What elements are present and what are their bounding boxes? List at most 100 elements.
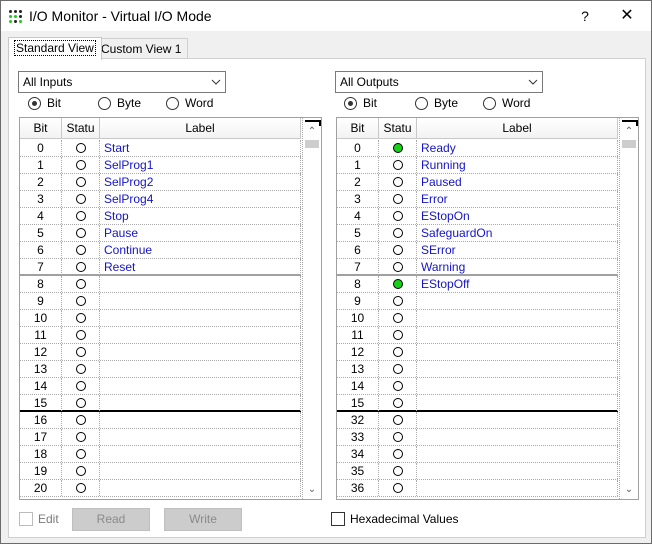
io-row[interactable]: 11 xyxy=(337,327,618,344)
status-led-off-icon[interactable] xyxy=(392,415,403,425)
inputs-radio-byte[interactable]: Byte xyxy=(98,96,141,110)
read-button[interactable]: Read xyxy=(72,508,150,531)
status-led-off-icon[interactable] xyxy=(75,143,86,153)
status-led-off-icon[interactable] xyxy=(75,194,86,204)
io-row[interactable]: 33 xyxy=(337,429,618,446)
outputs-filter-dropdown[interactable]: All Outputs xyxy=(335,71,543,93)
io-label[interactable] xyxy=(100,480,301,496)
io-label[interactable] xyxy=(417,446,618,462)
io-label[interactable] xyxy=(100,310,301,326)
outputs-scrollbar[interactable]: ⌃ ⌄ xyxy=(619,118,638,499)
io-label[interactable] xyxy=(100,446,301,462)
io-label[interactable] xyxy=(417,327,618,343)
io-row[interactable]: 5 Pause xyxy=(20,225,301,242)
io-row[interactable]: 7 Reset xyxy=(20,259,301,276)
status-led-off-icon[interactable] xyxy=(392,313,403,323)
status-led-off-icon[interactable] xyxy=(75,347,86,357)
io-row[interactable]: 15 xyxy=(20,395,301,412)
status-led-on-icon[interactable] xyxy=(392,143,403,153)
scroll-down-icon[interactable]: ⌄ xyxy=(303,484,321,496)
io-row[interactable]: 8 xyxy=(20,276,301,293)
status-led-off-icon[interactable] xyxy=(75,228,86,238)
io-row[interactable]: 18 xyxy=(20,446,301,463)
status-led-off-icon[interactable] xyxy=(75,262,86,272)
column-header-bit[interactable]: Bit xyxy=(20,118,62,139)
status-led-off-icon[interactable] xyxy=(392,347,403,357)
io-label[interactable] xyxy=(100,378,301,394)
io-label[interactable]: EStopOn xyxy=(417,208,618,224)
io-row[interactable]: 3 SelProg4 xyxy=(20,191,301,208)
io-row[interactable]: 4 Stop xyxy=(20,208,301,225)
status-led-on-icon[interactable] xyxy=(392,279,403,289)
status-led-off-icon[interactable] xyxy=(75,466,86,476)
status-led-off-icon[interactable] xyxy=(392,228,403,238)
status-led-off-icon[interactable] xyxy=(392,245,403,255)
io-row[interactable]: 4 EStopOn xyxy=(337,208,618,225)
io-row[interactable]: 8 EStopOff xyxy=(337,276,618,293)
io-row[interactable]: 2 SelProg2 xyxy=(20,174,301,191)
io-row[interactable]: 16 xyxy=(20,412,301,429)
io-row[interactable]: 6 SError xyxy=(337,242,618,259)
io-label[interactable] xyxy=(417,412,618,428)
io-row[interactable]: 3 Error xyxy=(337,191,618,208)
io-label[interactable] xyxy=(417,310,618,326)
io-row[interactable]: 6 Continue xyxy=(20,242,301,259)
io-row[interactable]: 2 Paused xyxy=(337,174,618,191)
status-led-off-icon[interactable] xyxy=(75,364,86,374)
io-row[interactable]: 7 Warning xyxy=(337,259,618,276)
io-row[interactable]: 13 xyxy=(20,361,301,378)
inputs-radio-word[interactable]: Word xyxy=(166,96,213,110)
status-led-off-icon[interactable] xyxy=(75,279,86,289)
status-led-off-icon[interactable] xyxy=(75,245,86,255)
io-label[interactable]: SelProg2 xyxy=(100,174,301,190)
outputs-radio-bit[interactable]: Bit xyxy=(344,96,377,110)
status-led-off-icon[interactable] xyxy=(75,330,86,340)
status-led-off-icon[interactable] xyxy=(75,160,86,170)
io-row[interactable]: 10 xyxy=(337,310,618,327)
column-header-label[interactable]: Label xyxy=(417,118,618,139)
io-label[interactable] xyxy=(417,378,618,394)
write-button[interactable]: Write xyxy=(164,508,242,531)
column-header-bit[interactable]: Bit xyxy=(337,118,379,139)
scroll-thumb[interactable] xyxy=(622,140,636,148)
io-row[interactable]: 10 xyxy=(20,310,301,327)
io-row[interactable]: 0 Ready xyxy=(337,140,618,157)
io-row[interactable]: 14 xyxy=(20,378,301,395)
inputs-filter-dropdown[interactable]: All Inputs xyxy=(18,71,226,93)
io-label[interactable] xyxy=(100,463,301,479)
edit-checkbox[interactable] xyxy=(19,512,33,526)
io-label[interactable] xyxy=(100,429,301,445)
status-led-off-icon[interactable] xyxy=(392,432,403,442)
io-label[interactable] xyxy=(417,463,618,479)
status-led-off-icon[interactable] xyxy=(75,381,86,391)
status-led-off-icon[interactable] xyxy=(75,177,86,187)
io-label[interactable]: SafeguardOn xyxy=(417,225,618,241)
io-label[interactable] xyxy=(417,361,618,377)
io-label[interactable]: Continue xyxy=(100,242,301,258)
status-led-off-icon[interactable] xyxy=(392,381,403,391)
outputs-radio-byte[interactable]: Byte xyxy=(415,96,458,110)
outputs-radio-word[interactable]: Word xyxy=(483,96,530,110)
io-row[interactable]: 13 xyxy=(337,361,618,378)
status-led-off-icon[interactable] xyxy=(75,398,86,408)
hexadecimal-values-checkbox[interactable] xyxy=(331,512,345,526)
io-label[interactable] xyxy=(100,327,301,343)
io-row[interactable]: 12 xyxy=(20,344,301,361)
io-label[interactable]: Ready xyxy=(417,140,618,156)
io-row[interactable]: 35 xyxy=(337,463,618,480)
column-header-status[interactable]: Statu xyxy=(379,118,417,139)
tab-standard-view[interactable]: Standard View xyxy=(8,37,102,60)
status-led-off-icon[interactable] xyxy=(75,432,86,442)
io-row[interactable]: 15 xyxy=(337,395,618,412)
status-led-off-icon[interactable] xyxy=(392,466,403,476)
io-label[interactable] xyxy=(100,276,301,292)
status-led-off-icon[interactable] xyxy=(392,483,403,493)
status-led-off-icon[interactable] xyxy=(392,160,403,170)
status-led-off-icon[interactable] xyxy=(392,364,403,374)
io-row[interactable]: 1 Running xyxy=(337,157,618,174)
io-label[interactable] xyxy=(100,344,301,360)
io-row[interactable]: 0 Start xyxy=(20,140,301,157)
status-led-off-icon[interactable] xyxy=(392,211,403,221)
io-row[interactable]: 32 xyxy=(337,412,618,429)
scroll-thumb[interactable] xyxy=(305,140,319,148)
